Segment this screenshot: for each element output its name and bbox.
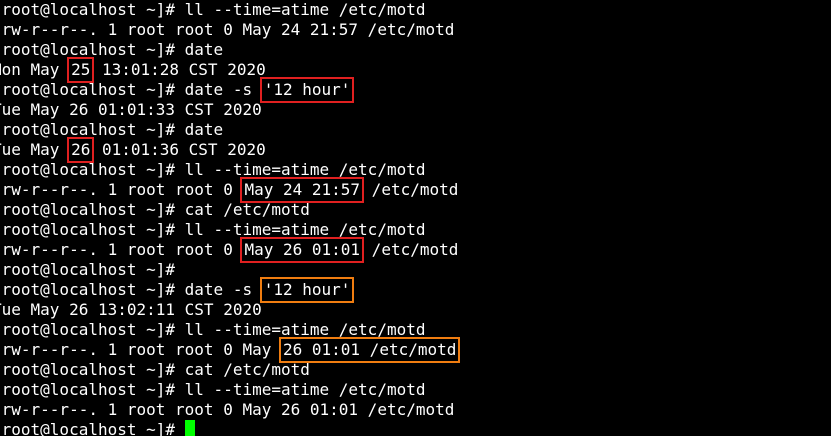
terminal-line: Tue May 26 13:02:11 CST 2020 — [0, 300, 458, 320]
terminal-text: [root@localhost ~]# date -s — [0, 280, 262, 299]
terminal-line: -rw-r--r--. 1 root root 0 May 26 01:01 /… — [0, 400, 458, 420]
terminal-line: [root@localhost ~]# ll --time=atime /etc… — [0, 160, 458, 180]
terminal-line: [root@localhost ~]# date -s '12 hour' — [0, 77, 458, 103]
terminal-line: -rw-r--r--. 1 root root 0 May 24 21:57 /… — [0, 20, 458, 40]
terminal-text: [root@localhost ~]# ll --time=atime /etc… — [0, 380, 426, 399]
highlight-box-red: '12 hour' — [259, 77, 355, 103]
terminal-text: -rw-r--r--. 1 root root 0 May — [0, 340, 281, 359]
terminal-text: -rw-r--r--. 1 root root 0 May 26 01:01 /… — [0, 400, 455, 419]
terminal-window[interactable]: [root@localhost ~]# ll --time=atime /etc… — [0, 0, 831, 436]
terminal-text: -rw-r--r--. 1 root root 0 May 24 21:57 /… — [0, 20, 455, 39]
terminal-line: Tue May 26 01:01:36 CST 2020 — [0, 137, 458, 163]
terminal-line: [root@localhost ~]# ll --time=atime /etc… — [0, 220, 458, 240]
terminal-line: [root@localhost ~]# cat /etc/motd — [0, 360, 458, 380]
highlight-box-red: May 24 21:57 — [240, 177, 365, 203]
terminal-line: [root@localhost ~]# cat /etc/motd — [0, 200, 458, 220]
terminal-text: /etc/motd — [362, 180, 459, 199]
terminal-text: -rw-r--r--. 1 root root 0 — [0, 180, 243, 199]
terminal-text: [root@localhost ~]# date — [0, 40, 224, 59]
terminal-text: [root@localhost ~]# — [0, 260, 176, 279]
terminal-line: -rw-r--r--. 1 root root 0 May 26 01:01 /… — [0, 337, 461, 363]
highlight-box-red: 26 — [67, 137, 95, 163]
terminal-output: [root@localhost ~]# ll --time=atime /etc… — [0, 0, 461, 436]
terminal-text: Mon May — [0, 60, 60, 79]
terminal-line: [root@localhost ~]# ll --time=atime /etc… — [0, 380, 458, 400]
terminal-text: 13:01:28 CST 2020 — [92, 60, 266, 79]
terminal-line: [root@localhost ~]# — [0, 260, 458, 280]
terminal-text: [root@localhost ~]# date — [0, 120, 224, 139]
highlight-box-red: May 26 01:01 — [240, 237, 365, 263]
terminal-line: Tue May 26 01:01:33 CST 2020 — [0, 100, 458, 120]
terminal-text: [root@localhost ~]# — [0, 420, 185, 436]
terminal-text: Tue May 26 01:01:33 CST 2020 — [0, 100, 262, 119]
highlight-box-orange: 26 01:01 /etc/motd — [278, 337, 461, 363]
terminal-text: [root@localhost ~]# date -s — [0, 80, 262, 99]
terminal-text: Tue May — [0, 140, 60, 159]
terminal-text: Tue May 26 13:02:11 CST 2020 — [0, 300, 262, 319]
terminal-line: [root@localhost ~]# date -s '12 hour' — [0, 277, 458, 303]
terminal-text: [root@localhost ~]# cat /etc/motd — [0, 360, 310, 379]
terminal-line: [root@localhost ~]# ll --time=atime /etc… — [0, 0, 458, 20]
highlight-box-orange: '12 hour' — [259, 277, 355, 303]
terminal-cursor[interactable] — [184, 420, 195, 436]
terminal-line: Mon May 25 13:01:28 CST 2020 — [0, 57, 458, 83]
terminal-text: -rw-r--r--. 1 root root 0 — [0, 240, 243, 259]
terminal-prompt-line: [root@localhost ~]# — [0, 420, 458, 436]
terminal-text: 01:01:36 CST 2020 — [92, 140, 266, 159]
terminal-text: /etc/motd — [362, 240, 459, 259]
terminal-line: -rw-r--r--. 1 root root 0 May 24 21:57 /… — [0, 177, 459, 203]
terminal-text: [root@localhost ~]# ll --time=atime /etc… — [0, 0, 426, 19]
terminal-line: -rw-r--r--. 1 root root 0 May 26 01:01 /… — [0, 237, 459, 263]
highlight-box-red: 25 — [67, 57, 95, 83]
